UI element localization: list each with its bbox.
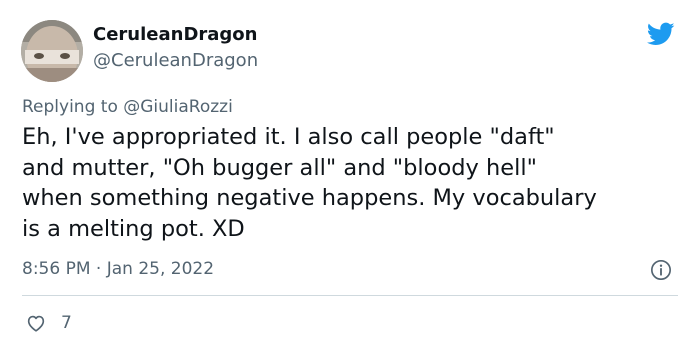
tweet-text: Eh, I've appropriated it. I also call pe… [22, 122, 682, 244]
tweet-timestamp[interactable]: 8:56 PM · Jan 25, 2022 [22, 259, 214, 279]
twitter-bird-icon[interactable] [645, 20, 677, 48]
tweet-text-line: is a melting pot. XD [22, 215, 245, 242]
avatar[interactable] [21, 20, 83, 82]
user-handle[interactable]: @CeruleanDragon [93, 50, 258, 71]
tweet-text-line: when something negative happens. My voca… [22, 185, 597, 211]
reply-mention-link[interactable]: @GiuliaRozzi [123, 97, 233, 117]
tweet-text-line: and mutter, "Oh bugger all" and "bloody … [22, 154, 537, 181]
heart-icon [27, 315, 45, 332]
replying-label: Replying to [22, 97, 124, 117]
meta-separator: · [90, 259, 107, 279]
replying-to: Replying to @GiuliaRozzi [22, 97, 233, 117]
info-icon[interactable] [650, 259, 672, 281]
tweet-time: 8:56 PM [22, 259, 91, 279]
like-count: 7 [61, 313, 72, 333]
divider [22, 295, 678, 296]
like-button[interactable]: 7 [25, 311, 72, 335]
tweet-card: CeruleanDragon @CeruleanDragon Replying … [0, 0, 700, 349]
tweet-text-line: Eh, I've appropriated it. I also call pe… [22, 124, 555, 150]
display-name[interactable]: CeruleanDragon [93, 24, 257, 45]
tweet-date: Jan 25, 2022 [106, 259, 215, 279]
